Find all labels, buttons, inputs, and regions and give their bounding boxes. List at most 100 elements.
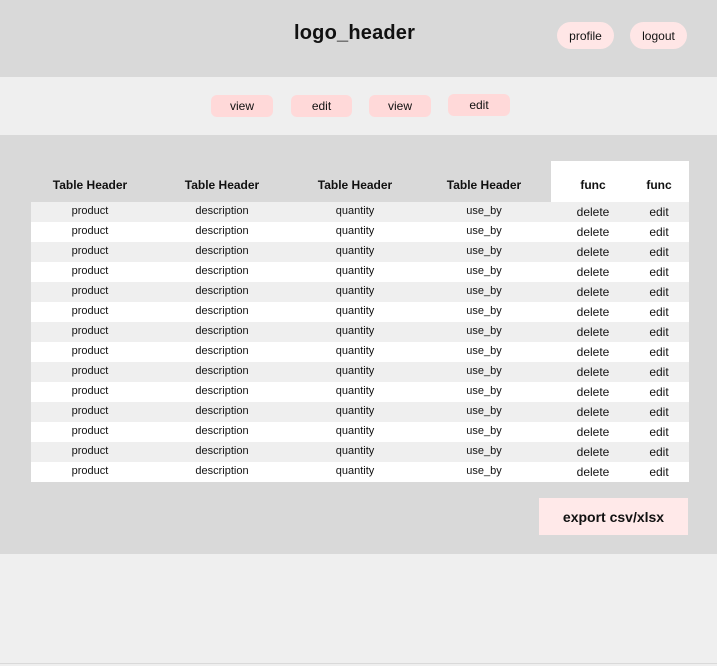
edit-button[interactable]: edit [632,345,686,359]
use-by-cell: use_by [466,245,502,257]
table-row: product description quantity use_by delete ed… [31,342,689,362]
table-row: product description quantity use_by delete ed… [31,462,689,482]
description-cell: description [195,345,249,357]
edit-button[interactable]: edit [632,365,686,379]
product-cell: product [71,465,109,477]
use-by-cell: use_by [466,265,502,277]
column-header[interactable]: Table Header [158,178,286,192]
quantity-cell: quantity [335,205,375,217]
export-button[interactable]: export csv/xlsx [539,498,688,535]
func-column-header: func [646,178,672,192]
quantity-cell: quantity [335,345,375,357]
use-by-cell: use_by [466,305,502,317]
table-header-row: Table Header Table Header Table Header T… [31,161,689,202]
edit-button[interactable]: edit [632,385,686,399]
product-cell: product [71,225,109,237]
edit-button[interactable]: edit [632,425,686,439]
edit-button[interactable]: edit [632,445,686,459]
quantity-cell: quantity [335,225,375,237]
table-row: product description quantity use_by delete ed… [31,442,689,462]
quantity-cell: quantity [335,365,375,377]
delete-button[interactable]: delete [559,245,627,259]
description-cell: description [195,325,249,337]
product-cell: product [71,265,109,277]
description-cell: description [195,305,249,317]
product-cell: product [71,285,109,297]
edit-button[interactable]: edit [632,245,686,259]
delete-button[interactable]: delete [559,305,627,319]
quantity-cell: quantity [335,265,375,277]
delete-button[interactable]: delete [559,465,627,479]
table-row: product description quantity use_by delete ed… [31,302,689,322]
profile-button[interactable]: profile [557,22,614,49]
description-cell: description [195,445,249,457]
table-row: product description quantity use_by delete ed… [31,222,689,242]
product-cell: product [71,325,109,337]
edit-button[interactable]: edit [632,465,686,479]
table-row: product description quantity use_by delete ed… [31,282,689,302]
toolbar-edit-button[interactable]: edit [448,94,510,116]
toolbar-view-button[interactable]: view [369,95,431,117]
description-cell: description [195,205,249,217]
use-by-cell: use_by [466,385,502,397]
edit-button[interactable]: edit [632,405,686,419]
product-cell: product [71,245,109,257]
description-cell: description [195,405,249,417]
toolbar: view edit view edit [0,77,717,135]
quantity-cell: quantity [335,405,375,417]
delete-button[interactable]: delete [559,445,627,459]
edit-button[interactable]: edit [632,265,686,279]
edit-button[interactable]: edit [632,205,686,219]
table-row: product description quantity use_by delete ed… [31,382,689,402]
use-by-cell: use_by [466,205,502,217]
toolbar-edit-button[interactable]: edit [291,95,352,117]
func-column-header: func [580,178,606,192]
description-cell: description [195,265,249,277]
quantity-cell: quantity [335,285,375,297]
product-cell: product [71,445,109,457]
delete-button[interactable]: delete [559,285,627,299]
delete-button[interactable]: delete [559,425,627,439]
edit-button[interactable]: edit [632,325,686,339]
edit-button[interactable]: edit [632,305,686,319]
description-cell: description [195,245,249,257]
product-cell: product [71,385,109,397]
delete-button[interactable]: delete [559,225,627,239]
description-cell: description [195,385,249,397]
use-by-cell: use_by [466,465,502,477]
delete-button[interactable]: delete [559,205,627,219]
delete-button[interactable]: delete [559,265,627,279]
delete-button[interactable]: delete [559,345,627,359]
logo: logo_header [294,22,416,44]
delete-button[interactable]: delete [559,365,627,379]
edit-button[interactable]: edit [632,225,686,239]
column-header[interactable]: Table Header [291,178,419,192]
description-cell: description [195,465,249,477]
column-header[interactable]: Table Header [421,178,547,192]
logout-button[interactable]: logout [630,22,687,49]
delete-button[interactable]: delete [559,405,627,419]
description-cell: description [195,225,249,237]
description-cell: description [195,425,249,437]
table-row: product description quantity use_by delete ed… [31,262,689,282]
use-by-cell: use_by [466,285,502,297]
delete-button[interactable]: delete [559,325,627,339]
column-header[interactable]: Table Header [31,178,149,192]
table-row: product description quantity use_by delete ed… [31,322,689,342]
use-by-cell: use_by [466,425,502,437]
table-row: product description quantity use_by delete ed… [31,202,689,222]
quantity-cell: quantity [335,465,375,477]
toolbar-view-button[interactable]: view [211,95,273,117]
quantity-cell: quantity [335,385,375,397]
use-by-cell: use_by [466,405,502,417]
edit-button[interactable]: edit [632,285,686,299]
delete-button[interactable]: delete [559,385,627,399]
product-cell: product [71,345,109,357]
table-row: product description quantity use_by delete ed… [31,242,689,262]
use-by-cell: use_by [466,225,502,237]
use-by-cell: use_by [466,445,502,457]
product-cell: product [71,405,109,417]
use-by-cell: use_by [466,345,502,357]
product-cell: product [71,305,109,317]
product-cell: product [71,205,109,217]
